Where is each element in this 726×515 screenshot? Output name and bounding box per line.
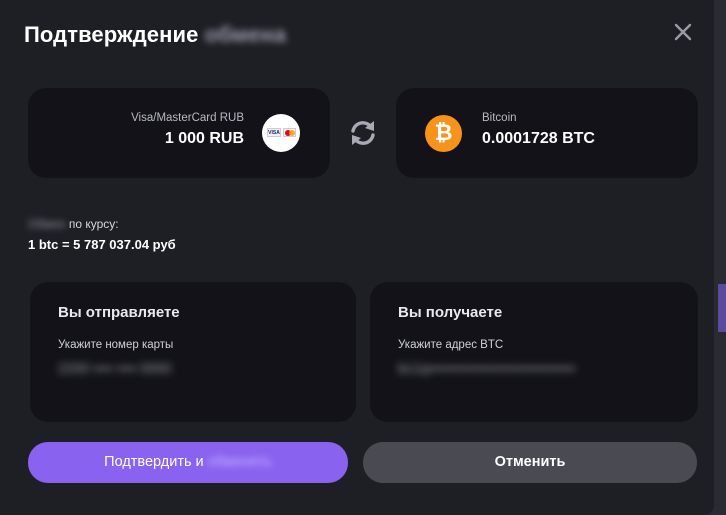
receive-panel-title: Вы получаете	[398, 304, 503, 321]
rate-value: 1 btc = 5 787 037.04 руб	[28, 237, 176, 252]
background-accent	[718, 284, 726, 332]
btc-address-label: Укажите адрес BTC	[398, 339, 504, 351]
to-card: ₿ Bitcoin 0.0001728 BTC	[396, 88, 698, 178]
from-method-label: Visa/MasterCard RUB	[131, 112, 244, 124]
swap-arrows-icon[interactable]	[346, 116, 380, 150]
receive-panel: Вы получаете Укажите адрес BTC bc1q•••••…	[370, 282, 698, 422]
confirm-exchange-modal: Подтверждение обмена Visa/MasterCard RUB…	[0, 0, 714, 515]
confirm-button-label: Подтвердить и	[104, 454, 204, 470]
modal-title-text: Подтверждение	[24, 22, 199, 47]
cancel-button[interactable]: Отменить	[363, 442, 697, 483]
card-number-value: 2200 •••• •••• 0000	[58, 360, 172, 376]
to-amount: 0.0001728 BTC	[482, 130, 595, 147]
btc-address-value: bc1q••••••••••••••••••••••••••••••	[398, 360, 576, 376]
from-amount: 1 000 RUB	[164, 130, 244, 147]
send-panel: Вы отправляете Укажите номер карты 2200 …	[30, 282, 356, 422]
rate-label-blurred: Обмен	[28, 217, 66, 231]
send-panel-title: Вы отправляете	[58, 304, 180, 321]
confirm-button-blurred: обменять	[207, 454, 272, 470]
confirm-exchange-button[interactable]: Подтвердить и обменять	[28, 442, 348, 483]
from-text: Visa/MasterCard RUB 1 000 RUB	[131, 112, 244, 148]
rate-label-text: по курсу:	[68, 217, 119, 231]
close-icon[interactable]	[670, 19, 696, 45]
rate-label: Обмен по курсу:	[28, 217, 119, 231]
to-text: Bitcoin 0.0001728 BTC	[482, 112, 595, 148]
visa-mastercard-icon: VISA	[262, 114, 300, 152]
visa-icon: VISA	[267, 128, 281, 137]
card-number-label: Укажите номер карты	[58, 339, 174, 351]
modal-title-blurred: обмена	[204, 22, 287, 47]
modal-title: Подтверждение обмена	[24, 22, 286, 48]
to-currency-label: Bitcoin	[482, 112, 517, 124]
from-card: Visa/MasterCard RUB 1 000 RUB VISA	[28, 88, 330, 178]
mastercard-icon	[283, 128, 296, 137]
bitcoin-icon: ₿	[425, 115, 462, 152]
